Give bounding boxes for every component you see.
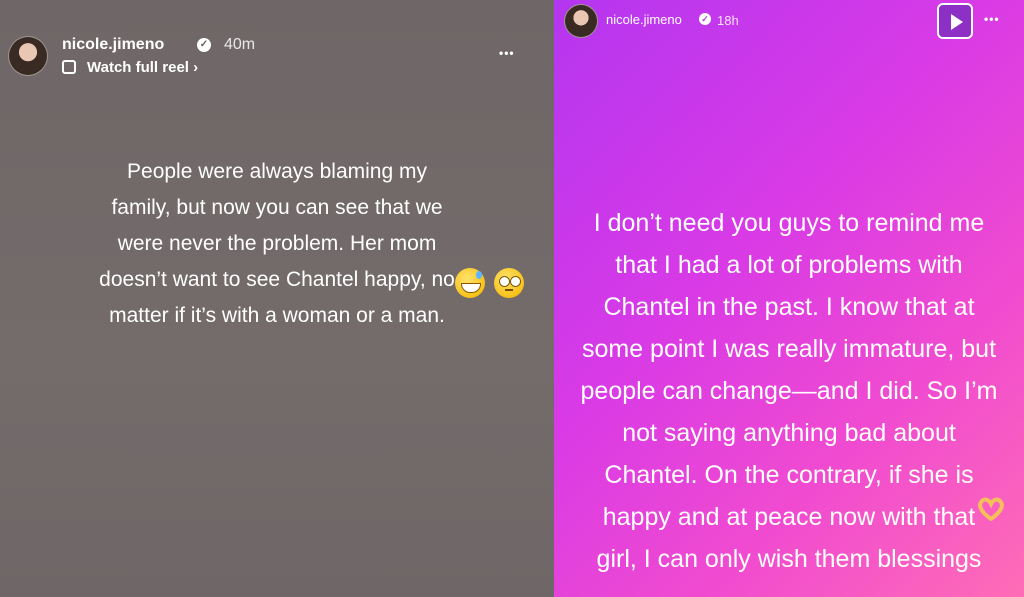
verified-badge-icon: ✓ <box>699 13 711 25</box>
username[interactable]: nicole.jimeno <box>62 36 164 54</box>
play-icon <box>951 14 963 30</box>
more-options-icon[interactable]: ••• <box>499 46 515 60</box>
post-time: 18h <box>717 13 739 28</box>
chevron-right-icon: › <box>193 59 199 76</box>
story-text-block: People were always blaming my family, bu… <box>50 118 504 334</box>
play-button[interactable] <box>937 3 973 39</box>
reel-icon[interactable] <box>62 60 76 74</box>
verified-badge-icon: ✓ <box>197 38 211 52</box>
post-time: 40m <box>224 36 256 53</box>
story-text: I don’t need you guys to remind me that … <box>580 209 998 573</box>
story-text-block: I don’t need you guys to remind me that … <box>566 160 1012 580</box>
left-story-panel: nicole.jimeno ✓ 40m Watch full reel › ••… <box>0 0 554 597</box>
watch-full-reel-link[interactable]: Watch full reel › <box>87 59 198 76</box>
grinning-sweat-emoji <box>455 268 485 298</box>
eye-roll-emoji <box>494 268 524 298</box>
story-text: People were always blaming my family, bu… <box>99 160 455 327</box>
watch-full-reel-label: Watch full reel <box>87 59 189 76</box>
avatar[interactable] <box>8 36 48 76</box>
right-story-panel: nicole.jimeno ✓ 18h ••• I don’t need you… <box>554 0 1024 597</box>
username[interactable]: nicole.jimeno <box>606 12 682 27</box>
more-options-icon[interactable]: ••• <box>984 12 1000 26</box>
heart-hands-emoji <box>976 497 1006 522</box>
avatar[interactable] <box>564 4 598 38</box>
